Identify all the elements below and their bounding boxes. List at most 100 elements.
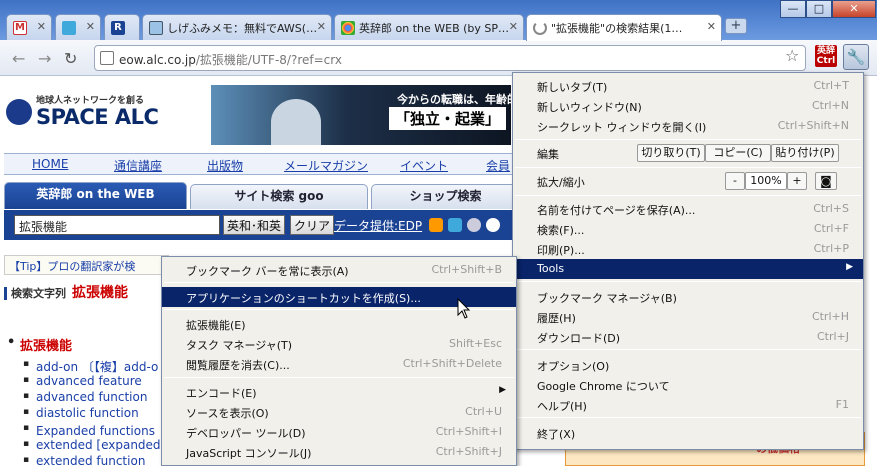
menu-item-options[interactable]: オプション(O) [513,355,863,375]
menu-item-downloads[interactable]: ダウンロード(D) Ctrl+J [513,327,863,347]
menu-label: ソースを表示(O) [186,407,269,420]
menu-item-history[interactable]: 履歴(H) Ctrl+H [513,307,863,327]
nav-members[interactable]: 会員 [486,157,510,174]
search-term-value: 拡張機能 [72,285,128,301]
menu-shortcut: Ctrl+Shift+B [431,263,502,276]
tab-twitter[interactable]: ✕ [55,14,101,40]
new-tab-button[interactable]: + [725,18,747,34]
close-icon[interactable]: ✕ [37,20,46,33]
gear-icon[interactable] [467,218,481,232]
menu-item-encoding[interactable]: エンコード(E) ▶ [162,382,516,402]
cut-button[interactable]: 切り取り(T) [637,144,705,162]
tab-reader[interactable]: R [104,14,140,40]
nav-mailmagazine[interactable]: メールマガジン [284,157,368,174]
menu-shortcut: Ctrl+P [813,242,849,255]
eijiro-extension-button[interactable]: 英辞 Ctrl [815,45,837,67]
clear-button[interactable]: クリア [290,215,335,235]
tip-text: 【Tip】プロの翻訳家が検 [9,260,136,273]
menu-label: エンコード(E) [186,387,257,400]
menu-item-view-source[interactable]: ソースを表示(O) Ctrl+U [162,402,516,422]
search-input[interactable]: 拡張機能 [14,215,220,235]
chrome-icon [341,21,355,35]
list-item[interactable]: advanced feature [23,374,166,390]
twitter-icon [62,21,76,35]
menu-item-new-window[interactable]: 新しいウィンドウ(N) Ctrl+N [513,96,863,116]
menu-item-developer-tools[interactable]: デベロッパー ツール(D) Ctrl+Shift+I [162,422,516,442]
tab-shigefumi[interactable]: しげふみメモ：無料でAWS(… ✕ [142,14,332,40]
list-item[interactable]: extended [expanded] [23,438,166,454]
page-icon [149,21,163,35]
tab-gmail[interactable]: M ✕ [6,14,52,40]
nav-courses[interactable]: 通信講座 [114,157,162,174]
menu-label: 終了(X) [537,428,576,441]
close-icon[interactable]: ✕ [317,20,326,33]
list-item[interactable]: Expanded functions 〈 [23,422,171,438]
menu-item-incognito[interactable]: シークレット ウィンドウを開く(I) Ctrl+Shift+N [513,116,863,136]
nav-publications[interactable]: 出版物 [207,157,243,174]
site-logo[interactable]: 地球人ネットワークを創る SPACE ALC [6,91,206,137]
menu-label: 検索(F)... [537,224,585,237]
ad-banner[interactable]: 今からの転職は、年齢的 「独立・起業」 [211,85,511,145]
close-icon[interactable]: ✕ [509,20,518,33]
back-icon[interactable]: ← [12,49,25,68]
tab-eijiro-web[interactable]: 英辞郎 on the WEB [4,182,187,209]
menu-item-clear-history[interactable]: 閲覧履歴を消去(C)... Ctrl+Shift+Delete [162,354,516,374]
rss-icon[interactable] [429,218,443,232]
data-provider-link[interactable]: データ提供:EDP [334,217,422,234]
close-icon[interactable]: ✕ [86,20,95,33]
reload-icon[interactable]: ↻ [64,49,77,68]
menu-item-bookmark-manager[interactable]: ブックマーク マネージャ(B) [513,287,863,307]
menu-item-show-bookmark-bar[interactable]: ブックマーク バーを常に表示(A) Ctrl+Shift+B [162,260,516,280]
menu-item-js-console[interactable]: JavaScript コンソール(J) Ctrl+Shift+J [162,442,516,462]
close-window-button[interactable]: ✕ [832,0,876,18]
menu-item-about[interactable]: Google Chrome について [513,375,863,395]
mouse-cursor-icon [457,298,471,319]
menu-shortcut: Ctrl+J [816,330,849,343]
tip-box[interactable]: 【Tip】プロの翻訳家が検 [4,255,169,275]
menu-label: 拡大/縮小 [537,176,585,189]
zoom-out-button[interactable]: - [725,172,745,190]
forward-icon[interactable]: → [38,49,51,68]
twitter-icon[interactable] [448,218,462,232]
menu-item-tools[interactable]: Tools ▶ [513,259,863,279]
fullscreen-icon[interactable]: ◙ [815,172,837,190]
menu-item-edit: 編集 切り取り(T) コピー(C) 貼り付け(P) [513,143,863,165]
menu-label: アプリケーションのショートカットを作成(S)... [186,292,421,305]
maximize-button[interactable]: □ [806,0,832,18]
zoom-level: 100% [745,172,787,190]
paste-button[interactable]: 貼り付け(P) [771,144,839,162]
menu-item-find[interactable]: 検索(F)... Ctrl+F [513,219,863,239]
list-item[interactable]: diastolic function [23,406,166,422]
gmail-icon: M [13,21,27,35]
list-item[interactable]: add-on 〔【複】add-o [23,358,166,374]
menu-item-save-page[interactable]: 名前を付けてページを保存(A)... Ctrl+S [513,199,863,219]
list-item[interactable]: advanced function [23,390,166,406]
menu-item-help[interactable]: ヘルプ(H) F1 [513,395,863,415]
tab-search-result[interactable]: "拡張機能"の検索結果(1… ✕ [526,14,722,41]
menu-item-new-tab[interactable]: 新しいタブ(T) Ctrl+T [513,76,863,96]
nav-events[interactable]: イベント [400,157,448,174]
menu-item-task-manager[interactable]: タスク マネージャ(T) Shift+Esc [162,334,516,354]
menu-item-print[interactable]: 印刷(P)... Ctrl+P [513,239,863,259]
menu-shortcut: Ctrl+T [813,79,849,92]
copy-button[interactable]: コピー(C) [705,144,771,162]
wrench-menu-button[interactable]: 🔧 [843,44,869,70]
tab-shop-search[interactable]: ショップ検索 [371,184,520,209]
tab-site-search[interactable]: サイト検索 goo [190,184,368,209]
dictionary-search-button[interactable]: 英和･和英 [223,215,286,235]
bookmark-star-icon[interactable]: ☆ [785,46,799,65]
tools-submenu: ブックマーク バーを常に表示(A) Ctrl+Shift+B アプリケーションのシ… [161,256,517,466]
menu-label: 新しいウィンドウ(N) [537,101,642,114]
list-item[interactable]: extended function [23,454,166,466]
url-text[interactable]: eow.alc.co.jp/拡張機能/UTF-8/?ref=crx [119,51,342,68]
tab-eijiro[interactable]: 英辞郎 on the WEB (by SP… ✕ [334,14,524,40]
result-list: 拡張機能 add-on 〔【複】add-o advanced feature a… [6,335,171,466]
extension-label: 英辞 Ctrl [816,46,836,66]
menu-item-exit[interactable]: 終了(X) [513,423,863,443]
zoom-in-button[interactable]: + [787,172,807,190]
help-icon[interactable] [486,218,500,232]
minimize-button[interactable]: — [780,0,806,18]
address-bar[interactable]: eow.alc.co.jp/拡張機能/UTF-8/?ref=crx [94,45,806,71]
nav-home[interactable]: HOME [32,157,68,171]
close-icon[interactable]: ✕ [707,20,716,33]
